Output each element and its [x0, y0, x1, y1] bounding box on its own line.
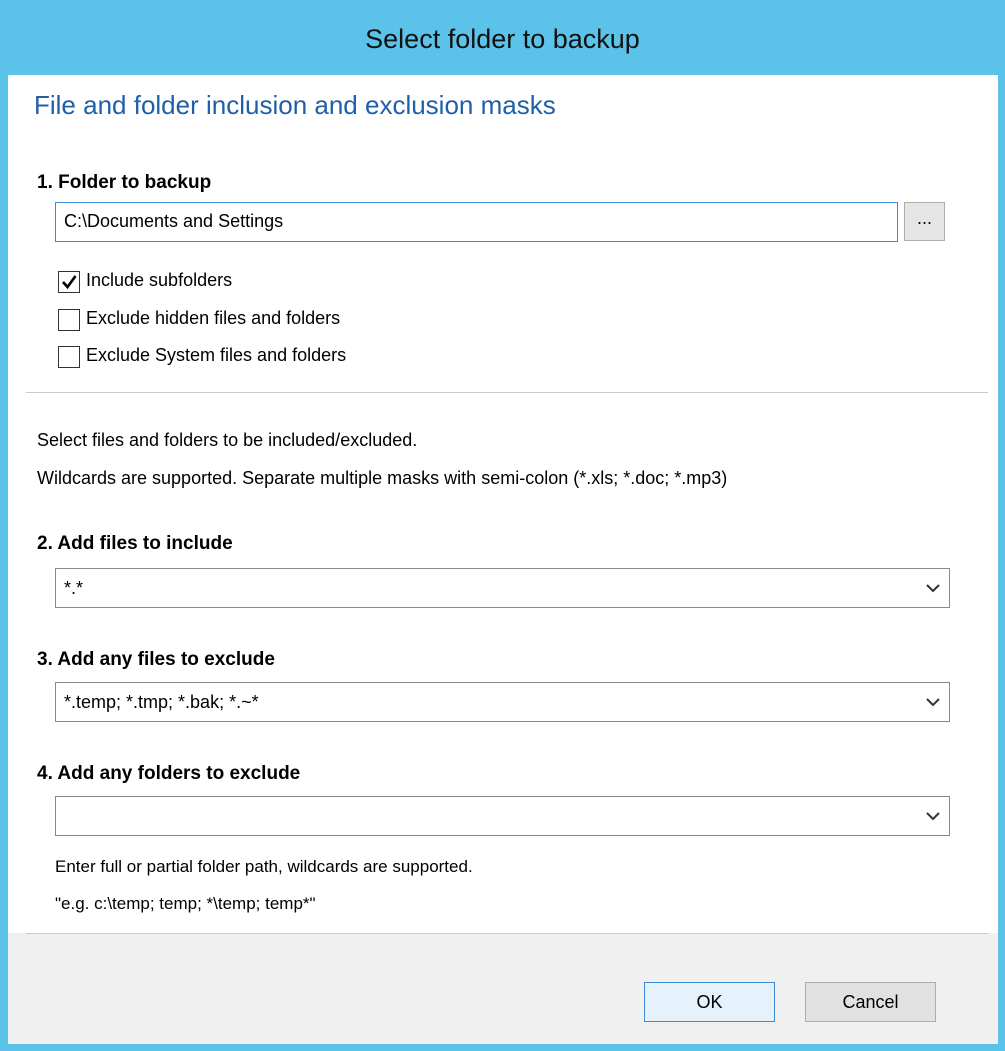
exclude-files-value: *.temp; *.tmp; *.bak; *.~* [64, 692, 259, 712]
section-divider [26, 392, 988, 393]
include-files-label: 2. Add files to include [37, 533, 233, 554]
exclude-folders-hint-1: Enter full or partial folder path, wildc… [55, 857, 473, 876]
exclude-files-combobox[interactable]: *.temp; *.tmp; *.bak; *.~* [55, 682, 950, 722]
include-subfolders-checkbox[interactable] [58, 271, 80, 293]
exclude-system-label: Exclude System files and folders [86, 345, 347, 365]
dialog-window: Select folder to backup File and folder … [0, 0, 1005, 1051]
cancel-button[interactable]: Cancel [805, 982, 936, 1022]
include-files-value: *.* [64, 578, 84, 598]
folder-path-input[interactable]: C:\Documents and Settings [55, 202, 898, 242]
include-subfolders-label: Include subfolders [86, 270, 233, 290]
browse-button[interactable]: ... [904, 202, 945, 241]
instructions-line-2: Wildcards are supported. Separate multip… [37, 468, 728, 488]
footer-divider [26, 933, 988, 934]
instructions-line-1: Select files and folders to be included/… [37, 430, 418, 450]
include-files-combobox[interactable]: *.* [55, 568, 950, 608]
chevron-down-icon[interactable] [925, 809, 941, 823]
chevron-down-icon[interactable] [925, 695, 941, 709]
exclude-folders-combobox[interactable] [55, 796, 950, 836]
ok-button[interactable]: OK [644, 982, 775, 1022]
exclude-system-checkbox[interactable] [58, 346, 80, 368]
folder-to-backup-label: 1. Folder to backup [37, 172, 212, 193]
exclude-hidden-checkbox[interactable] [58, 309, 80, 331]
exclude-folders-hint-2: "e.g. c:\temp; temp; *\temp; temp*" [55, 894, 316, 913]
window-title: Select folder to backup [365, 24, 640, 54]
dialog-footer: OK Cancel [8, 933, 998, 1044]
exclude-hidden-label: Exclude hidden files and folders [86, 308, 341, 328]
dialog-subtitle: File and folder inclusion and exclusion … [34, 90, 556, 120]
exclude-files-label: 3. Add any files to exclude [37, 649, 275, 670]
checkmark-icon [62, 275, 77, 290]
dialog-body: File and folder inclusion and exclusion … [8, 75, 998, 1044]
exclude-folders-label: 4. Add any folders to exclude [37, 763, 301, 784]
chevron-down-icon[interactable] [925, 581, 941, 595]
